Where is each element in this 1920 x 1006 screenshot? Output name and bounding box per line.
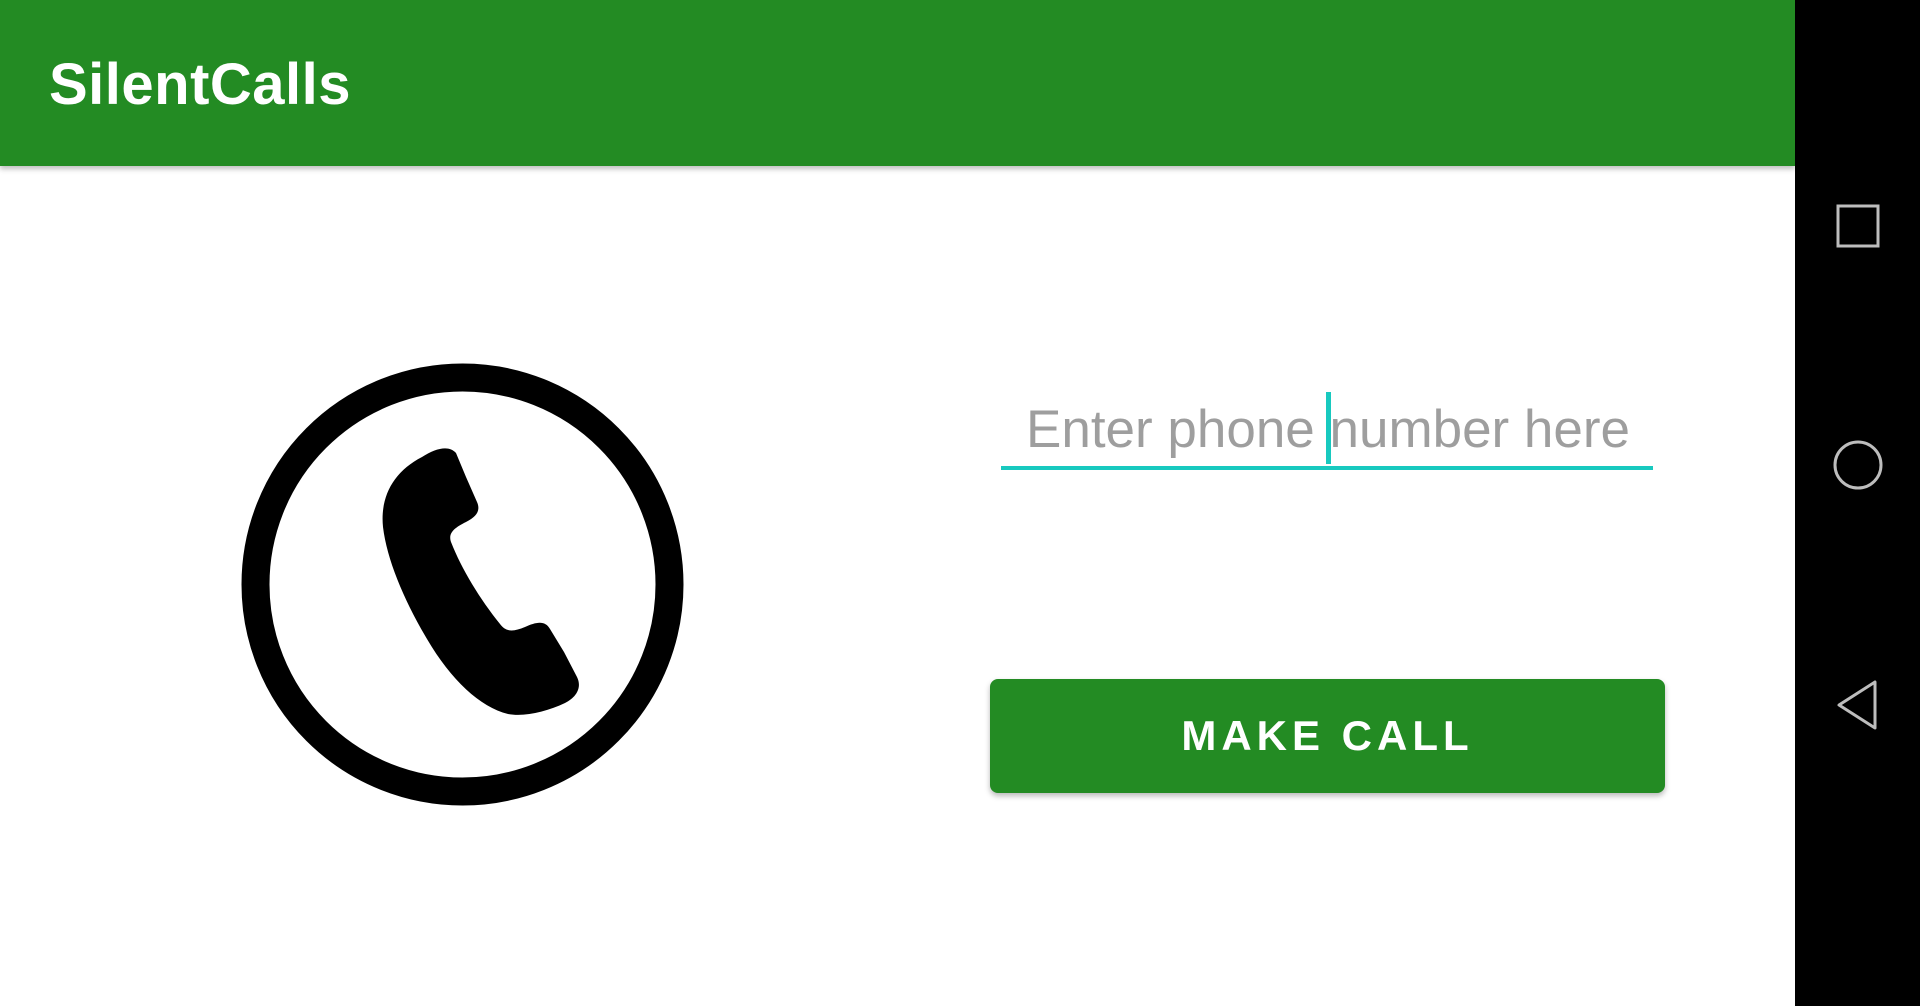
square-icon [1836,204,1880,248]
back-button[interactable] [1825,672,1891,738]
circle-icon [1833,440,1883,490]
recents-button[interactable] [1825,193,1891,259]
make-call-button[interactable]: MAKE CALL [990,679,1665,793]
phone-input-field [1001,392,1653,474]
home-button[interactable] [1825,432,1891,498]
phone-in-circle-icon [240,362,685,807]
system-navigation-bar [1795,0,1920,1006]
app-bar: SilentCalls [0,0,1795,166]
triangle-back-icon [1837,680,1877,730]
text-cursor [1326,392,1331,464]
app-title: SilentCalls [49,52,352,117]
app-screen: SilentCalls MAKE CALL [0,0,1795,1006]
